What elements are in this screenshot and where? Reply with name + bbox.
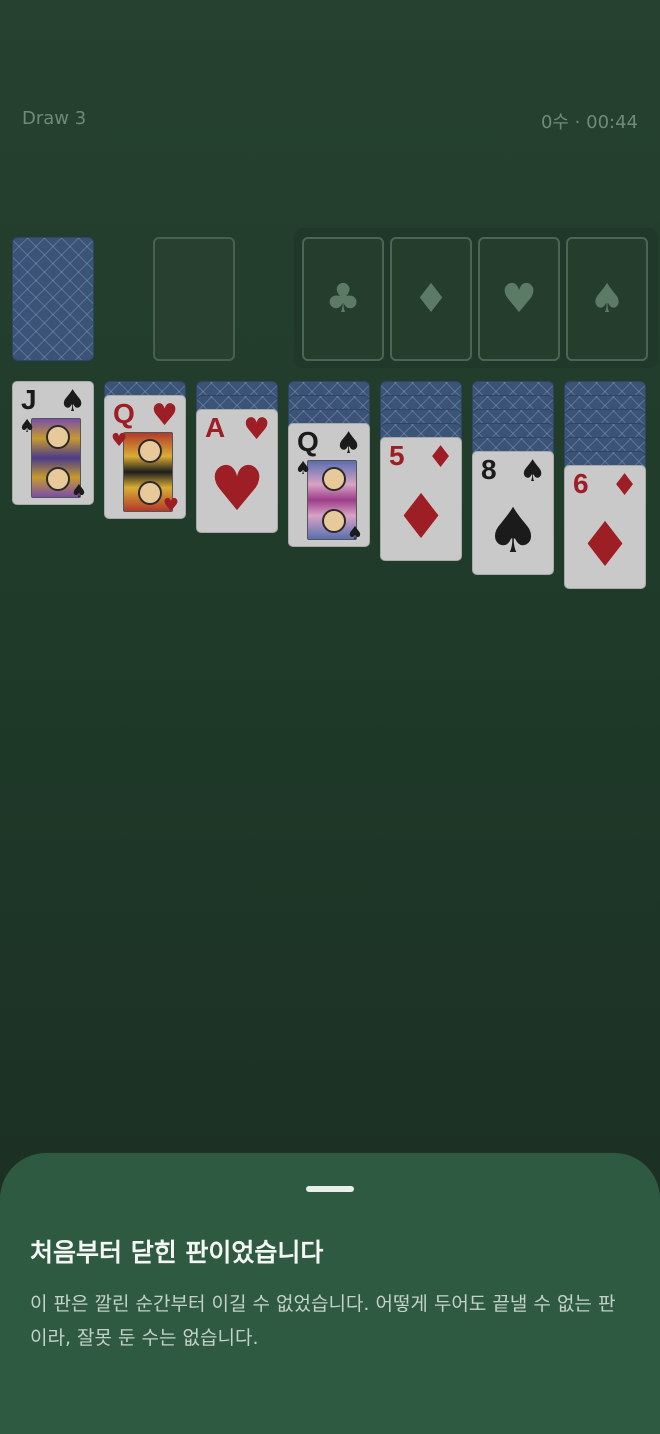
foundation-clubs[interactable]: ♣	[302, 237, 384, 361]
card-suit-icon: ♠	[59, 384, 86, 419]
heart-icon: ♥	[501, 276, 537, 322]
card-rank: 8	[481, 454, 497, 485]
card-suit-icon: ♥	[111, 430, 128, 451]
result-sheet: 처음부터 닫힌 판이었습니다 이 판은 깔린 순간부터 이길 수 없었습니다. …	[0, 1153, 660, 1434]
card-rank: Q	[297, 426, 319, 457]
card-rank: A	[205, 412, 226, 443]
card-center-suit-icon: ♥	[209, 452, 265, 525]
card-rank: J	[21, 384, 37, 415]
stock-pile[interactable]	[12, 237, 94, 361]
club-icon: ♣	[325, 276, 361, 322]
card-suit-icon: ♠	[70, 481, 87, 502]
card-suit-icon: ♠	[19, 416, 36, 437]
waste-pile[interactable]	[153, 237, 235, 361]
face-up-card[interactable]: Q ♥ ♥ ♥	[104, 395, 186, 519]
face-up-card[interactable]: 8 ♠ ♠	[472, 451, 554, 575]
face-up-card[interactable]: J ♠ ♠ ♠	[12, 381, 94, 505]
card-center-suit-icon: ♠	[485, 494, 541, 567]
sheet-title: 처음부터 닫힌 판이었습니다	[30, 1238, 324, 1267]
card-rank: 5	[389, 440, 405, 471]
move-timer-label: 0수 · 00:44	[540, 112, 638, 133]
card-suit-icon: ♥	[162, 495, 179, 516]
card-rank: Q	[113, 398, 135, 429]
face-up-card[interactable]: 5 ♦ ♦	[380, 437, 462, 561]
game-mode-label: Draw 3	[22, 108, 87, 129]
card-suit-icon: ♠	[519, 454, 546, 489]
card-suit-icon: ♦	[611, 468, 638, 503]
spade-icon: ♠	[589, 276, 625, 322]
foundation-spades[interactable]: ♠	[566, 237, 648, 361]
card-suit-icon: ♦	[427, 440, 454, 475]
sheet-drag-handle[interactable]	[306, 1186, 354, 1192]
card-suit-icon: ♠	[335, 426, 362, 461]
foundation-diamonds[interactable]: ♦	[390, 237, 472, 361]
face-up-card[interactable]: 6 ♦ ♦	[564, 465, 646, 589]
card-suit-icon: ♥	[151, 398, 178, 433]
card-rank: 6	[573, 468, 589, 499]
face-up-card[interactable]: Q ♠ ♠ ♠	[288, 423, 370, 547]
card-suit-icon: ♠	[295, 458, 312, 479]
card-center-suit-icon: ♦	[577, 508, 633, 581]
card-suit-icon: ♥	[243, 412, 270, 447]
card-suit-icon: ♠	[346, 523, 363, 544]
face-up-card[interactable]: A ♥ ♥	[196, 409, 278, 533]
card-center-suit-icon: ♦	[393, 480, 449, 553]
sheet-message: 이 판은 깔린 순간부터 이길 수 없었습니다. 어떻게 두어도 끝낼 수 없는…	[30, 1293, 616, 1349]
diamond-icon: ♦	[413, 276, 449, 322]
foundation-hearts[interactable]: ♥	[478, 237, 560, 361]
